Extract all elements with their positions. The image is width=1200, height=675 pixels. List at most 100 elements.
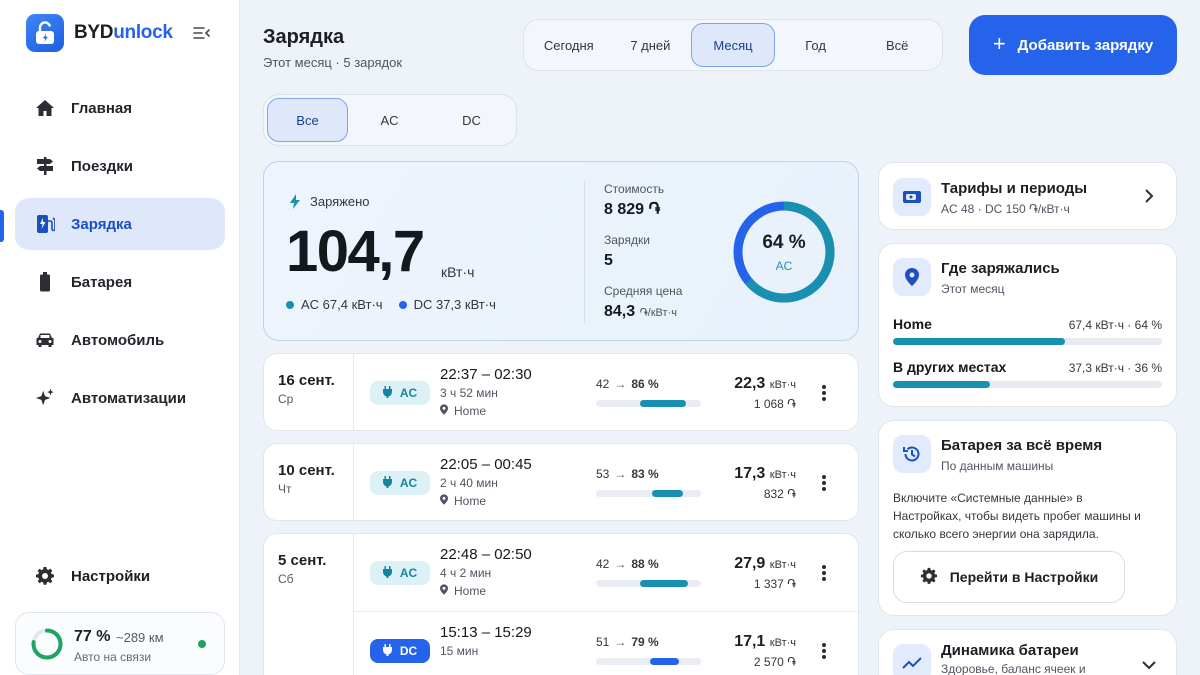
dynamics-title: Динамика батареи: [941, 642, 1079, 659]
session-weekday: Сб: [278, 572, 294, 586]
charged-value: 104,7: [286, 219, 425, 284]
plug-icon: [382, 643, 392, 659]
soc-bar-fill: [651, 490, 684, 497]
online-dot: [198, 640, 206, 648]
period-7-days[interactable]: 7 дней: [610, 23, 692, 67]
ac-dc-legend: AC 67,4 кВт·ч DC 37,3 кВт·ч: [286, 297, 496, 312]
session-energy: 17,3 кВт·ч: [734, 465, 796, 482]
soc-bar: [596, 580, 701, 587]
battery-all-subtitle: По данным машины: [941, 459, 1054, 473]
type-all[interactable]: Все: [267, 98, 349, 142]
cost-label: Стоимость: [604, 182, 665, 196]
divider: [584, 180, 585, 324]
nav-item-battery[interactable]: Батарея: [15, 256, 225, 308]
session-row[interactable]: AC 22:05 – 00:45 2 ч 40 мин Home 53 → 83 %…: [354, 444, 858, 522]
period-today[interactable]: Сегодня: [528, 23, 610, 67]
session-location: Home: [440, 404, 486, 418]
plug-icon: [382, 565, 392, 581]
soc-bar: [596, 400, 701, 407]
charged-label: Заряжено: [310, 194, 370, 209]
add-charging-button[interactable]: + Добавить зарядку: [969, 15, 1177, 75]
nav-item-trips[interactable]: Поездки: [15, 140, 225, 192]
more-options-icon[interactable]: [814, 641, 834, 661]
charge-type-label: AC: [399, 566, 418, 580]
more-options-icon[interactable]: [814, 473, 834, 493]
soc-bar: [596, 658, 701, 665]
session-date: 10 сент.: [278, 462, 335, 479]
more-options-icon[interactable]: [814, 383, 834, 403]
active-indicator: [0, 210, 4, 242]
place-bar-fill: [893, 338, 1066, 345]
type-ac[interactable]: AC: [349, 98, 430, 142]
nav-item-settings[interactable]: Настройки: [15, 550, 225, 602]
cost-value: 8 829 ֏: [604, 201, 661, 218]
nav-item-charging[interactable]: Зарядка: [15, 198, 225, 250]
location-pin-icon: [440, 494, 448, 508]
nav-item-automations[interactable]: Автоматизации: [15, 372, 225, 424]
place-bar-fill: [893, 381, 990, 388]
go-to-settings-button[interactable]: Перейти в Настройки: [893, 551, 1125, 603]
ev-station-icon: [35, 214, 55, 234]
more-options-icon[interactable]: [814, 563, 834, 583]
history-icon: [893, 435, 931, 473]
session-time: 22:48 – 02:50: [440, 546, 532, 563]
place-value: 67,4 кВт·ч · 64 %: [1068, 318, 1162, 332]
place-name: В других местах: [893, 359, 1007, 375]
session-row[interactable]: AC 22:37 – 02:30 3 ч 52 мин Home 42 → 86 %…: [354, 354, 858, 432]
session-cost: 2 570 ֏: [753, 655, 796, 669]
session-duration: 15 мин: [440, 644, 479, 658]
soc-bar-fill: [649, 658, 679, 665]
session-row[interactable]: AC 22:48 – 02:50 4 ч 2 мин Home 42 → 88 % …: [354, 534, 858, 612]
battery-all-time-card: Батарея за всё время По данным машины Вк…: [878, 420, 1177, 616]
chevron-down-icon[interactable]: [1142, 660, 1156, 670]
type-dc[interactable]: DC: [431, 98, 512, 142]
where-subtitle: Этот месяц: [941, 282, 1005, 296]
nav-item-car[interactable]: Автомобиль: [15, 314, 225, 366]
avg-price-value: 84,3 ֏/кВт·ч: [604, 303, 677, 320]
plug-icon: [382, 385, 392, 401]
soc-to: 79 %: [631, 635, 659, 649]
soc-from: 53: [596, 467, 610, 481]
period-selector: Сегодня 7 дней Месяц Год Всё: [523, 19, 943, 71]
battery-all-text: Включите «Системные данные» в Настройках…: [893, 491, 1141, 541]
page-subtitle: Этот месяц · 5 зарядок: [263, 55, 403, 70]
ac-dot: [286, 300, 294, 309]
nav-label: Батарея: [71, 273, 133, 291]
arrow-right-icon: →: [614, 467, 627, 481]
charge-type-label: AC: [399, 386, 418, 400]
period-month[interactable]: Месяц: [691, 23, 775, 67]
donut-label: AC: [775, 259, 793, 273]
car-status-card[interactable]: 77 % ~289 км Авто на связи: [15, 612, 225, 675]
location-pin-icon: [440, 584, 448, 598]
place-value: 37,3 кВт·ч · 36 %: [1068, 361, 1162, 375]
soc-range: 42 → 86 %: [596, 377, 659, 391]
tariffs-card[interactable]: Тарифы и периоды AC 48 · DC 150 ֏/кВт·ч: [878, 162, 1177, 230]
soc-from: 42: [596, 377, 610, 391]
chevron-right-icon[interactable]: [1144, 189, 1154, 203]
session-date: 16 сент.: [278, 372, 335, 389]
charged-unit: кВт·ч: [441, 264, 475, 280]
session-time: 22:05 – 00:45: [440, 456, 532, 473]
soc-range: 53 → 83 %: [596, 467, 659, 481]
period-year[interactable]: Год: [775, 23, 857, 67]
session-time: 15:13 – 15:29: [440, 624, 532, 641]
arrow-right-icon: →: [614, 635, 627, 649]
arrow-right-icon: →: [614, 557, 627, 571]
battery-dynamics-card[interactable]: Динамика батареи Здоровье, баланс ячеек …: [878, 629, 1177, 675]
nav-label: Главная: [71, 99, 133, 117]
donut-percent: 64 %: [762, 232, 806, 253]
soc-to: 83 %: [631, 467, 659, 481]
bolt-icon: [290, 194, 300, 209]
nav-item-home[interactable]: Главная: [15, 82, 225, 134]
battery-all-title: Батарея за всё время: [941, 437, 1103, 454]
session-group: 10 сент. Чт AC 22:05 – 00:45 2 ч 40 мин …: [263, 443, 859, 521]
arrow-right-icon: →: [614, 377, 627, 391]
dc-total: DC 37,3 кВт·ч: [413, 297, 496, 312]
ac-total: AC 67,4 кВт·ч: [301, 297, 383, 312]
page-title: Зарядка: [263, 26, 345, 48]
app-logo[interactable]: BYDunlock: [26, 14, 173, 52]
collapse-sidebar-icon[interactable]: [193, 25, 211, 41]
nav-label: Поездки: [71, 157, 133, 175]
session-row[interactable]: DC 15:13 – 15:29 15 мин 51 → 79 % 17,1 кВт…: [354, 612, 858, 675]
period-all[interactable]: Всё: [856, 23, 938, 67]
